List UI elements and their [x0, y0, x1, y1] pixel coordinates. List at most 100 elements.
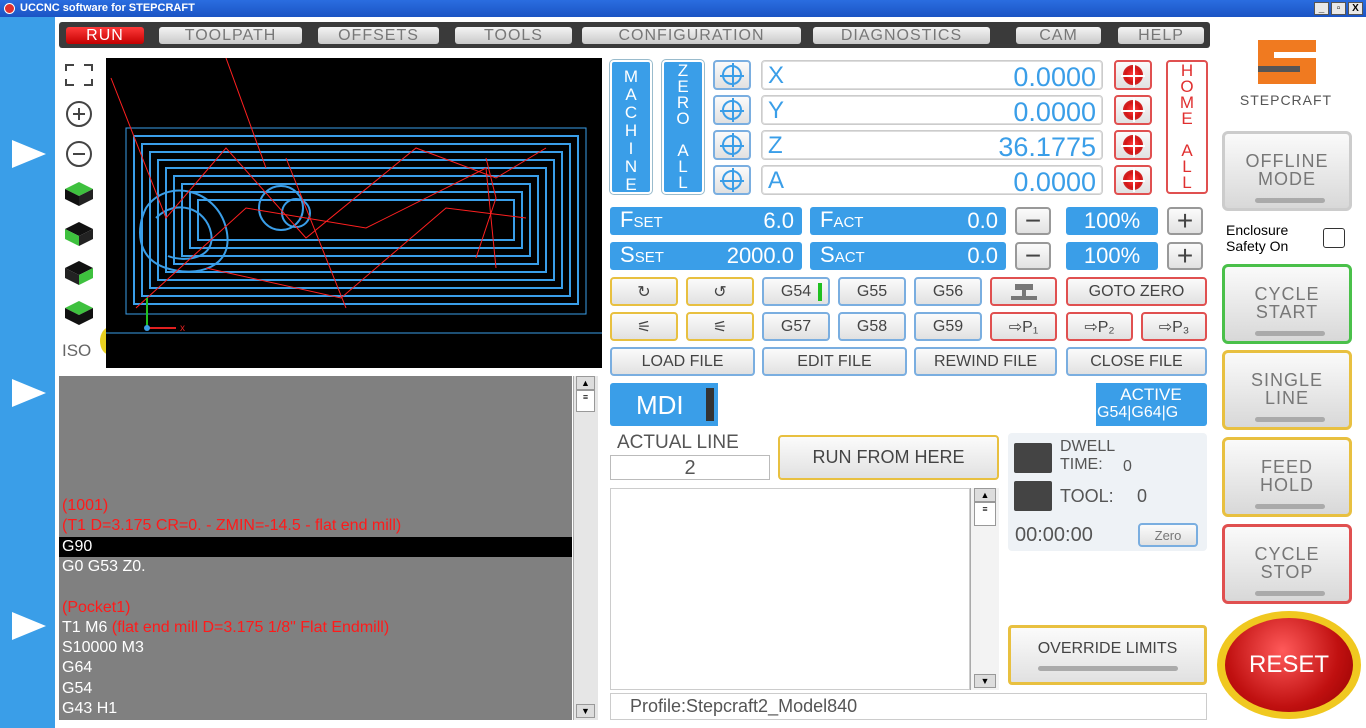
tab-help[interactable]: HELP [1118, 27, 1204, 44]
timer-zero-button[interactable]: Zero [1138, 523, 1198, 547]
zoom-out-icon[interactable] [63, 139, 95, 169]
expand-arrow-icon[interactable] [12, 379, 46, 407]
single-line-button[interactable]: SINGLE LINE [1222, 350, 1352, 430]
gcode-line[interactable]: S10000 M3 [62, 638, 144, 658]
close-button[interactable]: X [1348, 2, 1363, 15]
iso-label[interactable]: ISO [62, 341, 91, 361]
gcode-line[interactable]: (T1 D=3.175 CR=0. - ZMIN=-14.5 - flat en… [62, 516, 401, 536]
machine-coords-button[interactable]: MACHINE [610, 60, 652, 194]
feed-hold-button[interactable]: FEED HOLD [1222, 437, 1352, 517]
app-icon [4, 3, 15, 14]
goto-zero-button[interactable]: GOTO ZERO [1066, 277, 1207, 306]
gcode-line[interactable]: G64 [62, 658, 92, 678]
scroll-up-icon[interactable]: ▲ [974, 488, 996, 502]
gcode-line[interactable]: T1 M6 (flat end mill D=3.175 1/8" Flat E… [62, 618, 389, 638]
status-panel: DWELL TIME: 0 TOOL: 0 00:00:00 Zero [1008, 433, 1207, 551]
view-front-cube-icon[interactable] [63, 219, 95, 249]
scroll-down-icon[interactable]: ▼ [576, 704, 595, 718]
tab-tools[interactable]: TOOLS [455, 27, 572, 44]
run-from-here-button[interactable]: RUN FROM HERE [778, 435, 999, 480]
dwell-led [1014, 443, 1052, 473]
probe-button[interactable] [990, 277, 1057, 306]
offline-mode-button[interactable]: OFFLINE MODE [1222, 131, 1352, 211]
coolant-flood-button[interactable]: ⚟ [610, 312, 678, 341]
spindle-ccw-button[interactable]: ↺ [686, 277, 754, 306]
zero-z-button[interactable] [713, 130, 751, 160]
enclosure-checkbox[interactable] [1323, 228, 1345, 248]
scroll-up-icon[interactable]: ▲ [576, 376, 595, 390]
axis-z-dro[interactable]: Z 36.1775 [761, 130, 1103, 162]
mdi-input[interactable] [718, 383, 1096, 426]
gcode-text: S10000 M3 [62, 639, 144, 657]
tab-run[interactable]: RUN [66, 27, 144, 44]
zero-a-button[interactable] [713, 165, 751, 195]
scroll-down-icon[interactable]: ▼ [974, 674, 996, 688]
message-box[interactable] [610, 488, 970, 690]
cycle-start-button[interactable]: CYCLE START [1222, 264, 1352, 344]
tab-diagnostics[interactable]: DIAGNOSTICS [813, 27, 990, 44]
spindle-cw-icon: ↻ [637, 283, 651, 301]
g57-button[interactable]: G57 [762, 312, 830, 341]
g59-button[interactable]: G59 [914, 312, 982, 341]
gcode-viewer[interactable]: (1001) (T1 D=3.175 CR=0. - ZMIN=-14.5 - f… [59, 376, 572, 720]
view-side-cube-icon[interactable] [63, 258, 95, 288]
spindle-override-minus-button[interactable]: − [1015, 242, 1051, 270]
p2-button[interactable]: ⇨P₂ [1066, 312, 1133, 341]
gcode-line[interactable]: (1001) [62, 496, 108, 516]
p1-button[interactable]: ⇨P₁ [990, 312, 1057, 341]
zero-y-button[interactable] [713, 95, 751, 125]
fit-view-icon[interactable] [63, 60, 95, 90]
tab-offsets[interactable]: OFFSETS [318, 27, 439, 44]
feed-override-minus-button[interactable]: − [1015, 207, 1051, 235]
expand-arrow-icon[interactable] [12, 612, 46, 640]
actual-line-value[interactable]: 2 [610, 455, 770, 480]
cycle-stop-button[interactable]: CYCLE STOP [1222, 524, 1352, 604]
g56-button[interactable]: G56 [914, 277, 982, 306]
gcode-line[interactable]: G90 [59, 536, 572, 557]
spindle-cw-button[interactable]: ↻ [610, 277, 678, 306]
g58-button[interactable]: G58 [838, 312, 906, 341]
view-iso-cube-icon[interactable] [63, 298, 95, 328]
minimize-button[interactable]: _ [1314, 2, 1329, 15]
restore-button[interactable]: ▫ [1331, 2, 1346, 15]
gcode-line[interactable]: (Pocket1) [62, 598, 130, 618]
toolpath-viewport[interactable]: x [106, 58, 602, 368]
rewind-file-button[interactable]: REWIND FILE [914, 347, 1057, 376]
scroll-thumb[interactable]: ≡ [576, 390, 595, 412]
edit-file-button[interactable]: EDIT FILE [762, 347, 907, 376]
message-scrollbar[interactable]: ▲ ≡ ▼ [970, 488, 999, 690]
zero-all-button[interactable]: ZEROALL [662, 60, 704, 194]
home-z-button[interactable] [1114, 130, 1152, 160]
tab-configuration[interactable]: CONFIGURATION [582, 27, 801, 44]
home-y-button[interactable] [1114, 95, 1152, 125]
feed-set-value: 6.0 [763, 208, 794, 233]
feed-override-plus-button[interactable]: + [1167, 207, 1203, 235]
gcode-line[interactable]: G0 G53 Z0. [62, 557, 146, 577]
axis-x-dro[interactable]: X 0.0000 [761, 60, 1103, 92]
feed-set-label: F [620, 207, 634, 232]
gcode-scrollbar[interactable]: ▲ ≡ ▼ [573, 376, 598, 720]
home-all-button[interactable]: HOMEALL [1166, 60, 1208, 194]
close-file-button[interactable]: CLOSE FILE [1066, 347, 1207, 376]
expand-arrow-icon[interactable] [12, 140, 46, 168]
gcode-text: (T1 D=3.175 CR=0. - ZMIN=-14.5 - flat en… [62, 517, 402, 535]
view-top-cube-icon[interactable] [63, 179, 95, 209]
home-a-button[interactable] [1114, 165, 1152, 195]
g55-button[interactable]: G55 [838, 277, 906, 306]
reset-button[interactable]: RESET [1217, 611, 1361, 719]
axis-y-dro[interactable]: Y 0.0000 [761, 95, 1103, 127]
tab-toolpath[interactable]: TOOLPATH [159, 27, 302, 44]
scroll-thumb[interactable]: ≡ [974, 502, 996, 526]
home-x-button[interactable] [1114, 60, 1152, 90]
spindle-override-plus-button[interactable]: + [1167, 242, 1203, 270]
zero-x-button[interactable] [713, 60, 751, 90]
zoom-in-icon[interactable] [63, 99, 95, 129]
gcode-line[interactable]: G43 H1 [62, 699, 117, 719]
override-limits-button[interactable]: OVERRIDE LIMITS [1008, 625, 1207, 685]
p3-button[interactable]: ⇨P₃ [1141, 312, 1207, 341]
gcode-line[interactable]: G54 [62, 679, 92, 699]
axis-a-dro[interactable]: A 0.0000 [761, 165, 1103, 197]
tab-cam[interactable]: CAM [1016, 27, 1101, 44]
coolant-mist-button[interactable]: ⚟ [686, 312, 754, 341]
load-file-button[interactable]: LOAD FILE [610, 347, 755, 376]
